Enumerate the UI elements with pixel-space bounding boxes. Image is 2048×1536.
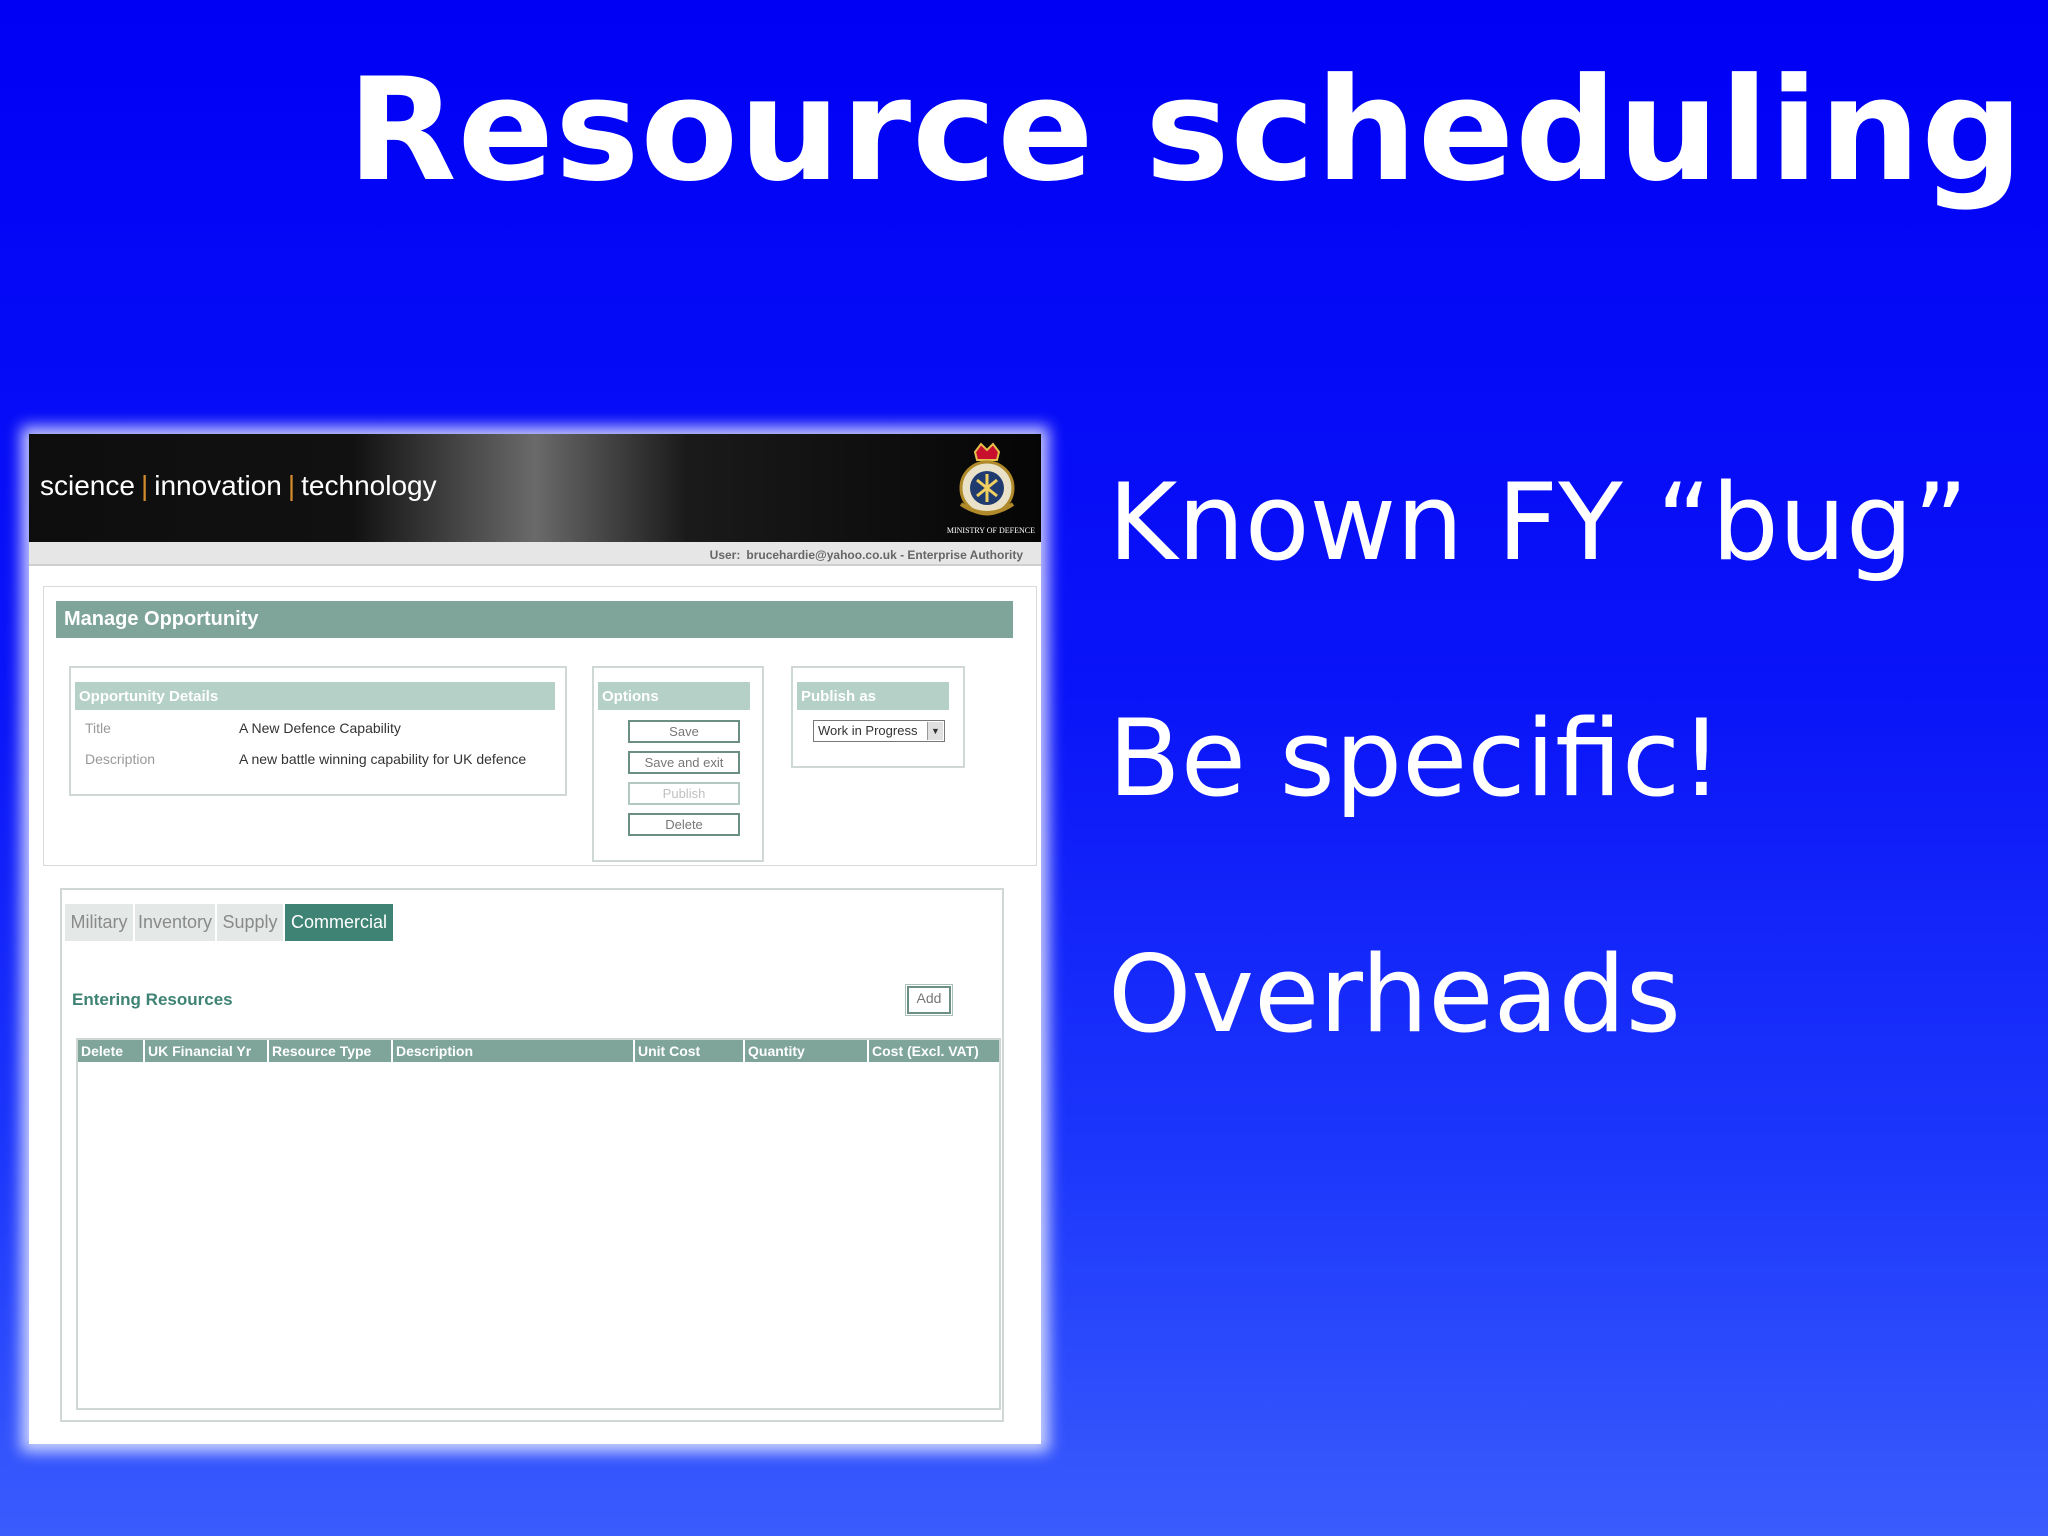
delete-button[interactable]: Delete [628,813,740,836]
tab-inventory[interactable]: Inventory [135,904,215,941]
brand-separator: | [287,470,296,501]
mod-label: MINISTRY OF DEFENCE [946,526,1035,535]
publish-button[interactable]: Publish [628,782,740,805]
save-and-exit-button[interactable]: Save and exit [628,751,740,774]
resource-tabs-panel: Military Inventory Supply Commercial Ent… [60,888,1004,1422]
title-label: Title [85,720,111,736]
entering-resources-heading: Entering Resources [72,990,233,1009]
brand-word-innovation: innovation [154,470,282,501]
user-label: User: [709,548,741,562]
publish-as-heading: Publish as [797,682,949,710]
brand-word-technology: technology [301,470,437,501]
column-header-cost-excl-vat[interactable]: Cost (Excl. VAT) [869,1040,999,1062]
publish-as-box: Publish as Work in Progress ▼ [791,666,965,768]
user-bar: User: brucehardie@yahoo.co.uk - Enterpris… [29,542,1041,566]
column-header-delete[interactable]: Delete [78,1040,143,1062]
publish-status-value: Work in Progress [818,723,918,738]
bullet-be-specific: Be specific! [1108,697,1723,820]
resources-table: Delete UK Financial Yr Resource Type Des… [76,1038,1001,1410]
tab-military[interactable]: Military [65,904,133,941]
tab-supply[interactable]: Supply [217,904,283,941]
app-screenshot: science | innovation | technology MINISTRY O… [29,434,1041,1444]
column-header-quantity[interactable]: Quantity [745,1040,867,1062]
add-resource-button[interactable]: Add [905,984,953,1016]
bullet-list: Known FY “bug” Be specific! Overheads [1108,470,1968,1178]
site-banner: science | innovation | technology MINISTRY O… [29,434,1041,542]
slide-title: Resource scheduling [347,48,2024,213]
description-label: Description [85,751,156,767]
publish-status-select[interactable]: Work in Progress ▼ [813,720,945,742]
title-value: A New Defence Capability [239,720,401,736]
tab-commercial[interactable]: Commercial [285,904,393,941]
column-header-resource-type[interactable]: Resource Type [269,1040,391,1062]
column-header-financial-year[interactable]: UK Financial Yr [145,1040,267,1062]
bullet-known-fy-bug: Known FY “bug” [1108,461,1969,584]
chevron-down-icon[interactable]: ▼ [927,722,943,740]
user-value: brucehardie@yahoo.co.uk - Enterprise Aut… [746,548,1023,562]
details-heading: Opportunity Details [75,682,555,710]
page-title: Manage Opportunity [56,601,1013,638]
brand-word-science: science [40,470,135,501]
save-button[interactable]: Save [628,720,740,743]
bullet-overheads: Overheads [1108,933,1681,1056]
options-box: Options Save Save and exit Publish Delet… [592,666,764,862]
brand-separator: | [140,470,149,501]
mod-crest-icon [959,442,1015,516]
opportunity-details-box: Opportunity Details Title A New Defence … [69,666,567,796]
options-heading: Options [598,682,750,710]
brand-logo-text[interactable]: science | innovation | technology [40,470,437,502]
column-header-description[interactable]: Description [393,1040,633,1062]
description-value: A new battle winning capability for UK d… [239,751,527,767]
column-header-unit-cost[interactable]: Unit Cost [635,1040,743,1062]
